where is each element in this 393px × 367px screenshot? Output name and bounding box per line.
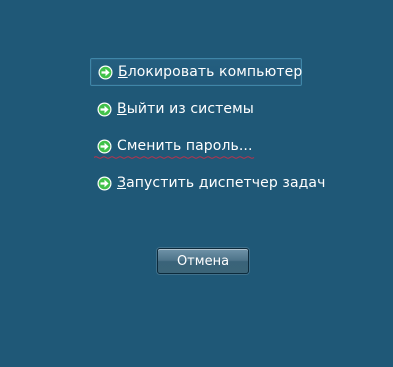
cancel-button[interactable]: Отмена bbox=[157, 248, 249, 274]
log-off-option[interactable]: Выйти из системы bbox=[90, 95, 264, 123]
task-manager-option[interactable]: Запустить диспетчер задач bbox=[90, 169, 335, 197]
log-off-label: Выйти из системы bbox=[117, 101, 254, 117]
green-arrow-icon bbox=[97, 139, 112, 154]
task-manager-label: Запустить диспетчер задач bbox=[117, 175, 326, 191]
green-arrow-icon bbox=[97, 176, 112, 191]
green-arrow-icon bbox=[98, 65, 113, 80]
lock-computer-option[interactable]: Блокировать компьютер bbox=[90, 58, 302, 86]
green-arrow-icon bbox=[97, 102, 112, 117]
spellcheck-underline bbox=[94, 156, 255, 159]
security-options-screen: Блокировать компьютер Выйти из системы С… bbox=[0, 0, 393, 367]
change-password-label: Сменить пароль... bbox=[117, 138, 253, 154]
lock-computer-label: Блокировать компьютер bbox=[118, 64, 303, 80]
